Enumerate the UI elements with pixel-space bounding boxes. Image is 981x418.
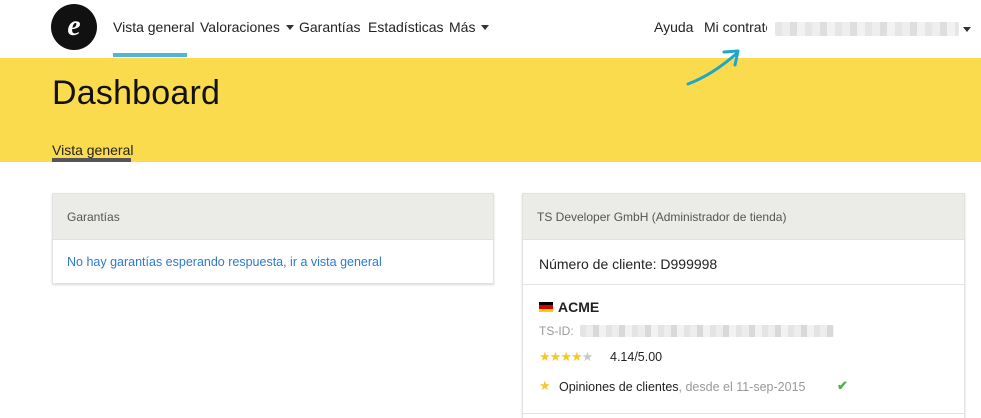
my-contract-label: Mi contrato bbox=[704, 19, 767, 35]
nav-item-label: Garantías bbox=[299, 19, 361, 35]
page-header: Dashboard Vista general bbox=[0, 58, 981, 162]
star-empty-icon: ★ bbox=[581, 349, 594, 364]
guarantees-card-title: Garantías bbox=[53, 194, 493, 240]
shop-name[interactable]: ACME bbox=[558, 299, 599, 315]
tsid-label: TS-ID: bbox=[539, 324, 574, 338]
top-navigation: e Vista general Valoraciones Garantías E… bbox=[0, 0, 981, 58]
user-menu-blurred-name[interactable] bbox=[775, 22, 959, 36]
nav-item-estadisticas[interactable]: Estadísticas bbox=[368, 19, 443, 35]
nav-item-valoraciones[interactable]: Valoraciones bbox=[200, 19, 294, 35]
page-title: Dashboard bbox=[52, 74, 221, 112]
star-filled-icon: ★ bbox=[560, 349, 572, 364]
chevron-down-icon bbox=[481, 24, 490, 30]
check-icon: ✔ bbox=[837, 378, 848, 393]
nav-item-vista-general[interactable]: Vista general bbox=[113, 19, 194, 35]
reviews-line: Opiniones de clientes, desde el 11-sep-2… bbox=[559, 380, 805, 394]
nav-item-label: Vista general bbox=[113, 19, 195, 35]
my-contract-link[interactable]: Mi contrato bbox=[704, 19, 767, 35]
tab-vista-general[interactable]: Vista general bbox=[52, 142, 133, 158]
tab-label: Vista general bbox=[52, 142, 134, 158]
logo-letter: e bbox=[67, 8, 81, 42]
reviews-label: Opiniones de clientes bbox=[559, 380, 679, 394]
star-filled-icon: ★ bbox=[570, 349, 583, 364]
account-card-title: TS Developer GmbH (Administrador de tien… bbox=[523, 194, 964, 240]
guarantees-overview-link[interactable]: No hay garantías esperando respuesta, ir… bbox=[67, 255, 382, 269]
help-link[interactable]: Ayuda bbox=[654, 19, 693, 35]
rating-value: 4.14/5.00 bbox=[610, 350, 663, 364]
tab-active-indicator bbox=[52, 158, 131, 162]
help-label: Ayuda bbox=[654, 19, 694, 35]
chevron-down-icon[interactable] bbox=[963, 27, 971, 32]
client-number: Número de cliente: D999998 bbox=[523, 240, 964, 285]
rating-stars: ★★★★★ bbox=[539, 349, 594, 365]
star-filled-icon: ★ bbox=[539, 349, 551, 364]
star-icon: ★ bbox=[539, 378, 551, 393]
nav-item-mas[interactable]: Más bbox=[449, 19, 490, 35]
nav-item-label: Más bbox=[449, 19, 476, 35]
trusted-shops-logo[interactable]: e bbox=[51, 4, 97, 50]
shop-summary: ACME TS-ID: ★★★★★ 4.14/5.00 ★ Opiniones … bbox=[523, 286, 964, 416]
tsid-value-blurred bbox=[580, 325, 834, 337]
pointer-arrow-icon bbox=[686, 49, 740, 86]
nav-item-label: Valoraciones bbox=[200, 19, 280, 35]
germany-flag-icon bbox=[539, 302, 553, 312]
account-card: TS Developer GmbH (Administrador de tien… bbox=[522, 193, 965, 418]
divider bbox=[523, 413, 964, 414]
nav-item-label: Estadísticas bbox=[368, 19, 444, 35]
guarantees-card: Garantías No hay garantías esperando res… bbox=[52, 193, 494, 284]
chevron-down-icon bbox=[285, 24, 294, 30]
star-filled-icon: ★ bbox=[549, 349, 562, 364]
nav-item-garantias[interactable]: Garantías bbox=[299, 19, 360, 35]
nav-active-indicator bbox=[113, 53, 187, 57]
reviews-since: , desde el 11-sep-2015 bbox=[678, 380, 806, 394]
